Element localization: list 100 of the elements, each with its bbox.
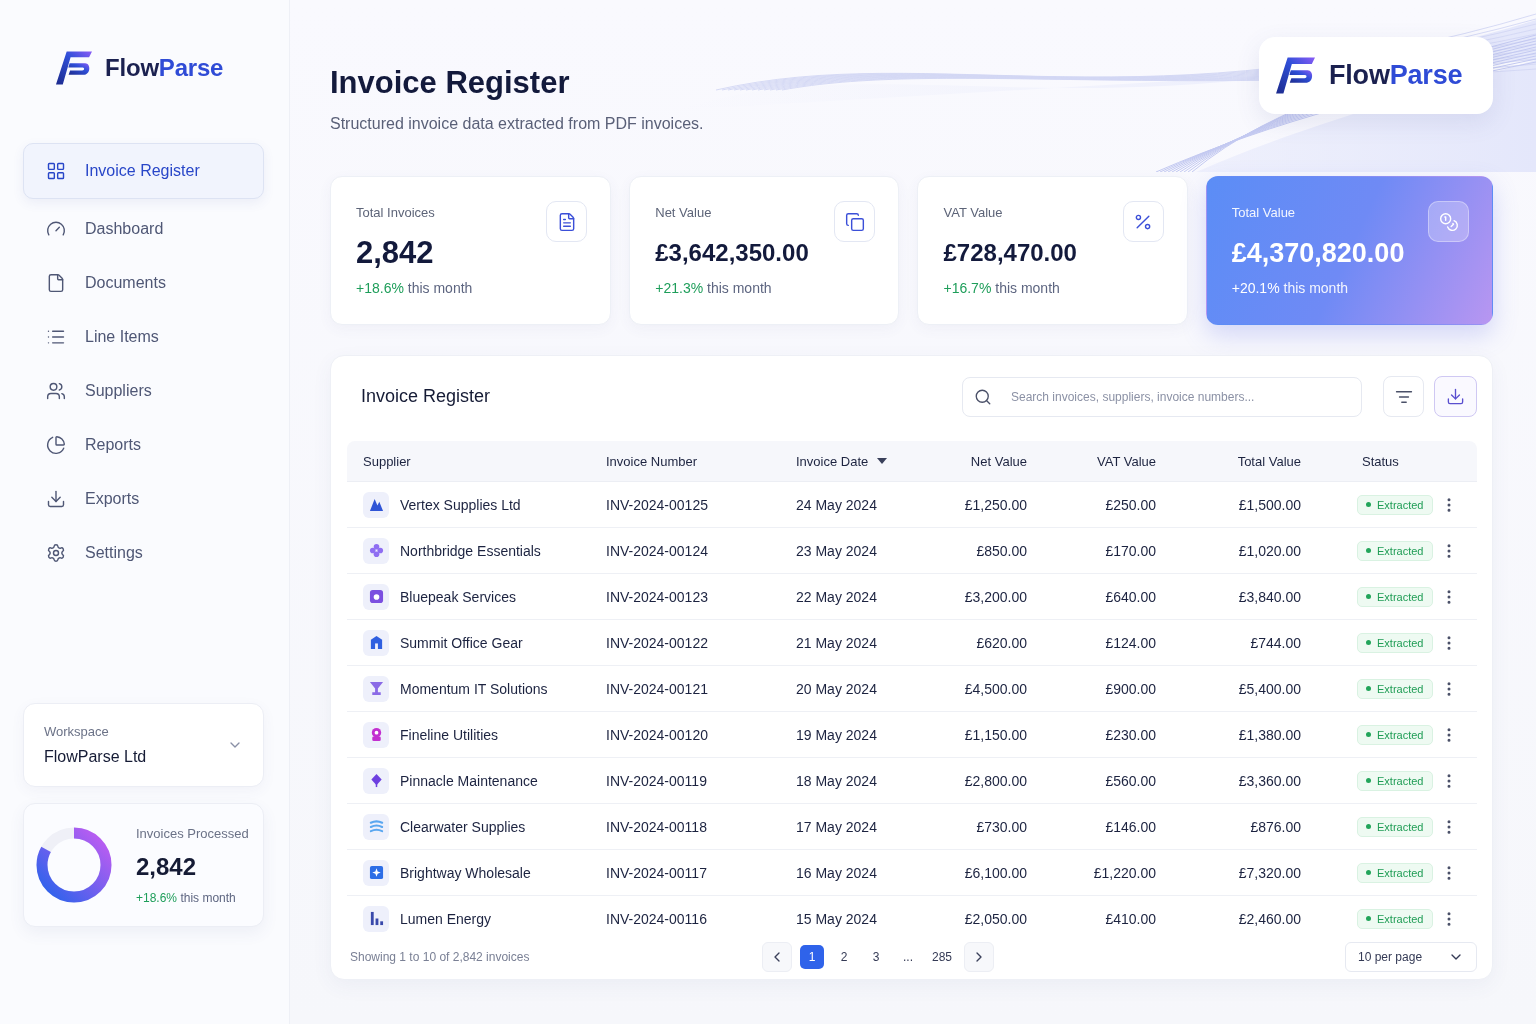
- status-label: Extracted: [1377, 590, 1424, 603]
- supplier-name: Fineline Utilities: [400, 726, 499, 743]
- column-header: Supplier: [363, 453, 411, 469]
- status-dot-icon: [1366, 594, 1371, 599]
- nav-item[interactable]: Exports: [23, 472, 264, 526]
- company-logo-icon: [363, 675, 389, 702]
- percent-icon: [1122, 201, 1164, 242]
- status-label: Extracted: [1377, 498, 1424, 511]
- vat-value: £124.00: [1105, 634, 1156, 651]
- supplier-name: Vertex Supplies Ltd: [400, 496, 521, 513]
- net-value: £620.00: [976, 634, 1027, 651]
- users-icon: [46, 381, 66, 401]
- search-field[interactable]: Search invoices, suppliers, invoice numbers...: [962, 376, 1362, 417]
- total-value: £1,500.00: [1238, 496, 1301, 513]
- company-logo-icon: [363, 629, 389, 656]
- page-button[interactable]: 285: [928, 945, 957, 969]
- copy-icon: [834, 201, 876, 242]
- nav-item[interactable]: Settings: [23, 526, 264, 580]
- company-logo-icon: [363, 537, 389, 564]
- workspace-dropdown[interactable]: Workspace FlowParse Ltd: [23, 703, 264, 787]
- supplier-name: Northbridge Essentials: [400, 542, 541, 559]
- invoice-date: 16 May 2024: [796, 864, 877, 881]
- nav-item[interactable]: Line Items: [23, 310, 264, 364]
- vat-value: £410.00: [1105, 910, 1156, 927]
- total-value: £7,320.00: [1238, 864, 1301, 881]
- vat-value: £250.00: [1105, 496, 1156, 513]
- logo-icon: [1275, 57, 1315, 94]
- stat-value: 2,842: [356, 236, 435, 270]
- nav-item[interactable]: Suppliers: [23, 364, 264, 418]
- filter-button[interactable]: [1383, 376, 1424, 417]
- settings-icon: [46, 543, 66, 563]
- search-icon: [974, 387, 992, 406]
- processed-change: +18.6% this month: [136, 890, 237, 905]
- page-button[interactable]: ...: [896, 945, 920, 969]
- status-label: Extracted: [1377, 774, 1424, 787]
- nav-item[interactable]: Reports: [23, 418, 264, 472]
- panel-title: Invoice Register: [360, 386, 491, 407]
- stat-label: Net Value: [655, 205, 713, 221]
- grid-icon: [46, 161, 66, 181]
- vat-value: £146.00: [1105, 818, 1156, 835]
- status-label: Extracted: [1377, 820, 1424, 833]
- status-dot-icon: [1366, 502, 1371, 507]
- net-value: £6,100.00: [964, 864, 1027, 881]
- page-button[interactable]: 1: [800, 945, 824, 969]
- column-header: Invoice Date: [796, 453, 869, 469]
- total-value: £1,380.00: [1238, 726, 1301, 743]
- invoice-number: INV-2024-00116: [606, 910, 707, 927]
- net-value: £4,500.00: [964, 680, 1027, 697]
- column-header: VAT Value: [1097, 453, 1156, 469]
- vat-value: £170.00: [1105, 542, 1156, 559]
- supplier-name: Summit Office Gear: [400, 634, 523, 651]
- vat-value: £560.00: [1105, 772, 1156, 789]
- stat-change: +18.6% this month: [356, 280, 473, 296]
- total-value: £5,400.00: [1238, 680, 1301, 697]
- status-dot-icon: [1366, 824, 1371, 829]
- workspace-name: FlowParse Ltd: [44, 748, 147, 766]
- list-icon: [46, 327, 66, 347]
- logo-text: FlowParse: [105, 54, 224, 82]
- supplier-name: Pinnacle Maintenance: [400, 772, 538, 789]
- invoice-number: INV-2024-00125: [606, 496, 708, 513]
- company-logo-icon: [363, 813, 389, 840]
- invoice-number: INV-2024-00123: [606, 588, 708, 605]
- invoice-number: INV-2024-00119: [606, 772, 707, 789]
- stat-label: Total Value: [1231, 205, 1297, 221]
- supplier-name: Bluepeak Services: [400, 588, 516, 605]
- supplier-name: Clearwater Supplies: [400, 818, 526, 835]
- invoice-date: 23 May 2024: [796, 542, 877, 559]
- nav-item[interactable]: Dashboard: [23, 202, 264, 256]
- pie-chart-icon: [46, 435, 66, 455]
- stat-change: +16.7% this month: [943, 280, 1061, 296]
- supplier-name: Brightway Wholesale: [400, 864, 531, 881]
- coins-icon: [1428, 201, 1469, 242]
- invoice-date: 20 May 2024: [796, 680, 877, 697]
- page-button[interactable]: 2: [832, 945, 856, 969]
- status-dot-icon: [1366, 686, 1371, 691]
- previous-page-button[interactable]: [762, 942, 792, 972]
- invoice-date: 24 May 2024: [796, 496, 877, 513]
- stat-value: £728,470.00: [943, 238, 1077, 268]
- download-button[interactable]: [1434, 376, 1477, 417]
- total-value: £2,460.00: [1238, 910, 1301, 927]
- supplier-name: Momentum IT Solutions: [400, 680, 548, 697]
- stat-label: VAT Value: [943, 205, 1004, 221]
- total-value: £744.00: [1250, 634, 1301, 651]
- total-value: £876.00: [1250, 818, 1301, 835]
- total-value: £3,840.00: [1238, 588, 1301, 605]
- nav-item[interactable]: Documents: [23, 256, 264, 310]
- column-header: Net Value: [970, 453, 1027, 469]
- status-dot-icon: [1366, 778, 1371, 783]
- company-logo-icon: [363, 721, 389, 748]
- page-button[interactable]: 3: [864, 945, 888, 969]
- nav-item[interactable]: Invoice Register: [23, 143, 264, 199]
- stat-change: +20.1% this month: [1231, 280, 1350, 296]
- net-value: £3,200.00: [964, 588, 1027, 605]
- logo-icon: [55, 51, 92, 85]
- sort-caret-icon[interactable]: [877, 458, 888, 464]
- status-label: Extracted: [1377, 682, 1424, 695]
- download-icon: [46, 489, 66, 509]
- company-logo-icon: [363, 767, 389, 794]
- net-value: £2,050.00: [964, 910, 1027, 927]
- per-page-select[interactable]: 10 per page: [1345, 942, 1477, 972]
